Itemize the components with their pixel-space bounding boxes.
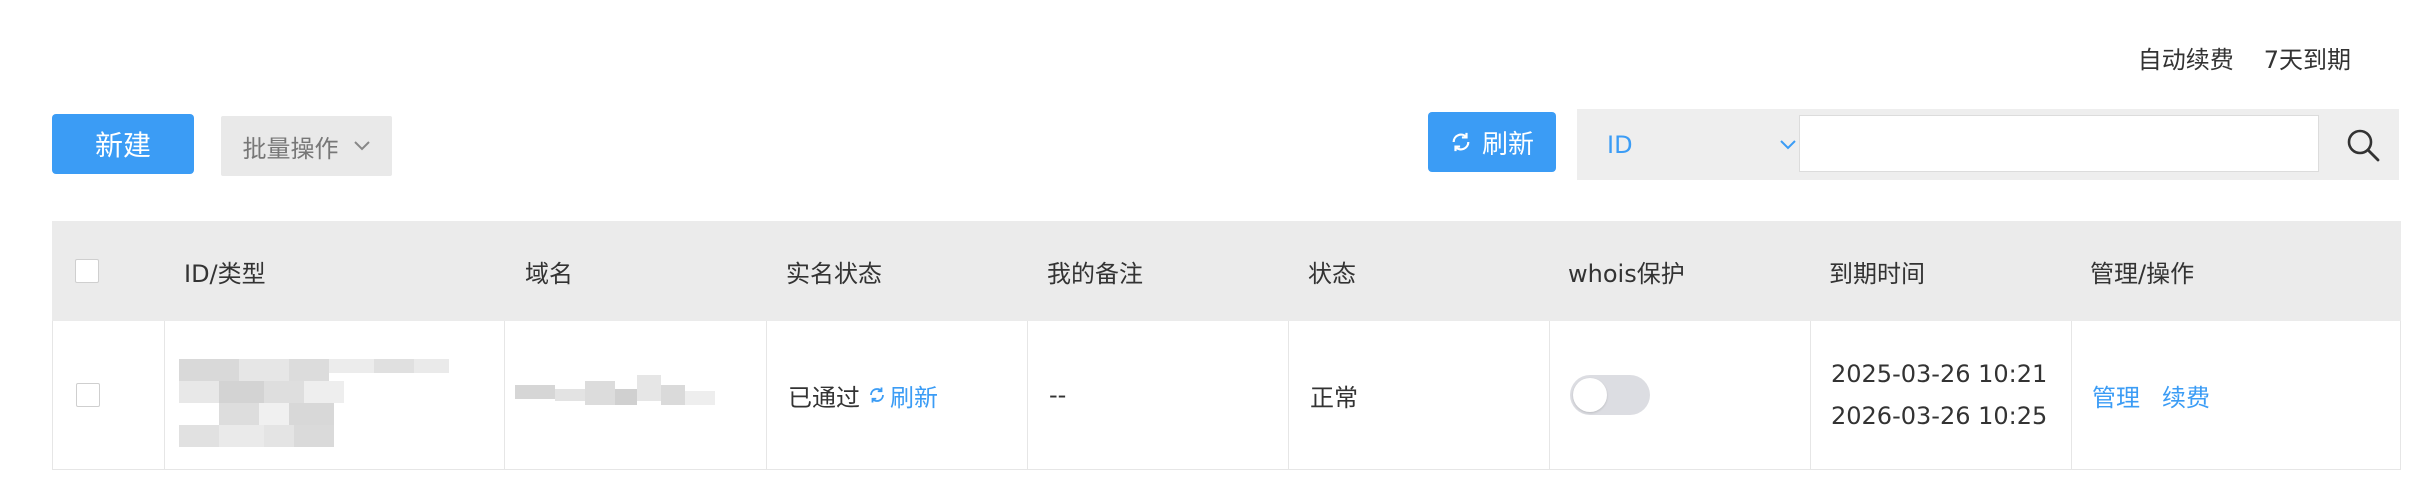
select-all-checkbox[interactable]: [75, 259, 99, 283]
table-row: 已通过 刷新 -- 正常 2025-03-26 10:21 2026-03-26…: [52, 321, 2401, 470]
redacted-id-mosaic: [179, 359, 449, 449]
realname-status-cell: 已通过 刷新: [766, 321, 1027, 469]
header-expire-time: 到期时间: [1829, 259, 1925, 288]
row-checkbox[interactable]: [76, 383, 100, 407]
header-realname-status: 实名状态: [786, 259, 882, 288]
expire-date-2: 2026-03-26 10:25: [1831, 402, 2048, 430]
domain-cell: [504, 321, 766, 469]
note-cell: --: [1027, 321, 1288, 469]
renew-link[interactable]: 续费: [2162, 378, 2210, 413]
refresh-icon: [1452, 132, 1470, 152]
manage-link[interactable]: 管理: [2092, 378, 2140, 413]
expire-date-1: 2025-03-26 10:21: [1831, 360, 2048, 388]
search-input[interactable]: [1799, 115, 2319, 172]
search-icon[interactable]: [2345, 127, 2381, 163]
search-box: ID: [1577, 109, 2399, 180]
header-status: 状态: [1308, 259, 1356, 288]
realname-status-text: 已通过: [788, 383, 860, 412]
refresh-button-label: 刷新: [1481, 129, 1534, 160]
table-header: ID/类型 域名 实名状态 我的备注 状态 whois保护 到期时间 管理/操作: [52, 221, 2401, 321]
realname-refresh-label: 刷新: [890, 383, 938, 412]
id-type-cell: [164, 321, 504, 469]
refresh-button[interactable]: 刷新: [1428, 112, 1556, 172]
chevron-down-icon: [353, 141, 370, 151]
auto-renew-link[interactable]: 自动续费: [2138, 40, 2234, 75]
header-manage-actions: 管理/操作: [2090, 259, 2195, 288]
batch-operations-dropdown[interactable]: 批量操作: [221, 116, 392, 176]
search-field-select[interactable]: ID: [1607, 109, 1797, 180]
refresh-icon: [870, 387, 884, 403]
new-button[interactable]: 新建: [52, 114, 194, 174]
status-text: 正常: [1310, 383, 1358, 412]
batch-operations-label: 批量操作: [242, 134, 339, 163]
new-button-label: 新建: [94, 130, 151, 161]
row-select-cell: [76, 321, 100, 469]
select-all-cell: [75, 221, 99, 321]
realname-refresh-link[interactable]: 刷新: [868, 378, 938, 413]
whois-cell: [1549, 321, 1810, 469]
header-id-type: ID/类型: [184, 259, 266, 288]
header-whois-protection: whois保护: [1568, 259, 1685, 288]
top-links: 自动续费 7天到期: [2138, 40, 2351, 75]
whois-protection-toggle[interactable]: [1570, 375, 1650, 415]
toggle-knob: [1573, 378, 1607, 412]
actions-cell: 管理 续费: [2071, 321, 2401, 469]
note-text: --: [1049, 381, 1067, 409]
header-my-note: 我的备注: [1047, 259, 1143, 288]
search-field-value: ID: [1607, 130, 1633, 159]
chevron-down-icon: [1780, 139, 1796, 149]
header-domain: 域名: [525, 259, 573, 288]
status-cell: 正常: [1288, 321, 1549, 469]
domain-table: ID/类型 域名 实名状态 我的备注 状态 whois保护 到期时间 管理/操作: [52, 221, 2401, 470]
expire-7days-link[interactable]: 7天到期: [2264, 40, 2351, 75]
redacted-domain-mosaic: [515, 375, 715, 415]
expire-time-cell: 2025-03-26 10:21 2026-03-26 10:25: [1810, 321, 2071, 469]
